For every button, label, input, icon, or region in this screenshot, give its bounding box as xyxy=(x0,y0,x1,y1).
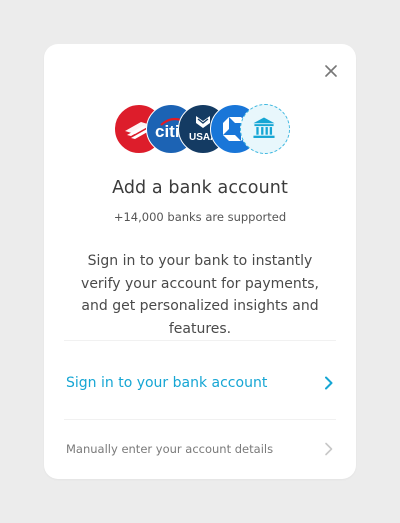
manual-entry-button[interactable]: Manually enter your account details xyxy=(66,438,334,460)
close-icon xyxy=(325,65,337,77)
bank-logos: citi USAA xyxy=(114,104,290,154)
modal-description: Sign in to your bank to instantly verify… xyxy=(81,253,319,337)
modal-subtitle: +14,000 banks are supported xyxy=(113,210,287,224)
manual-entry-label: Manually enter your account details xyxy=(66,442,274,456)
divider xyxy=(64,419,336,420)
close-button[interactable] xyxy=(320,60,342,82)
add-bank-modal: citi USAA Add a bank account +14,000 ban… xyxy=(44,44,356,479)
citi-logo-text: citi xyxy=(155,122,180,141)
modal-title: Add a bank account xyxy=(112,178,288,198)
chevron-right-icon xyxy=(324,376,334,390)
chevron-right-icon xyxy=(324,442,334,456)
divider xyxy=(64,340,336,341)
sign-in-bank-label: Sign in to your bank account xyxy=(66,375,268,391)
sign-in-bank-button[interactable]: Sign in to your bank account xyxy=(66,370,334,396)
bank-building-icon xyxy=(240,104,290,154)
